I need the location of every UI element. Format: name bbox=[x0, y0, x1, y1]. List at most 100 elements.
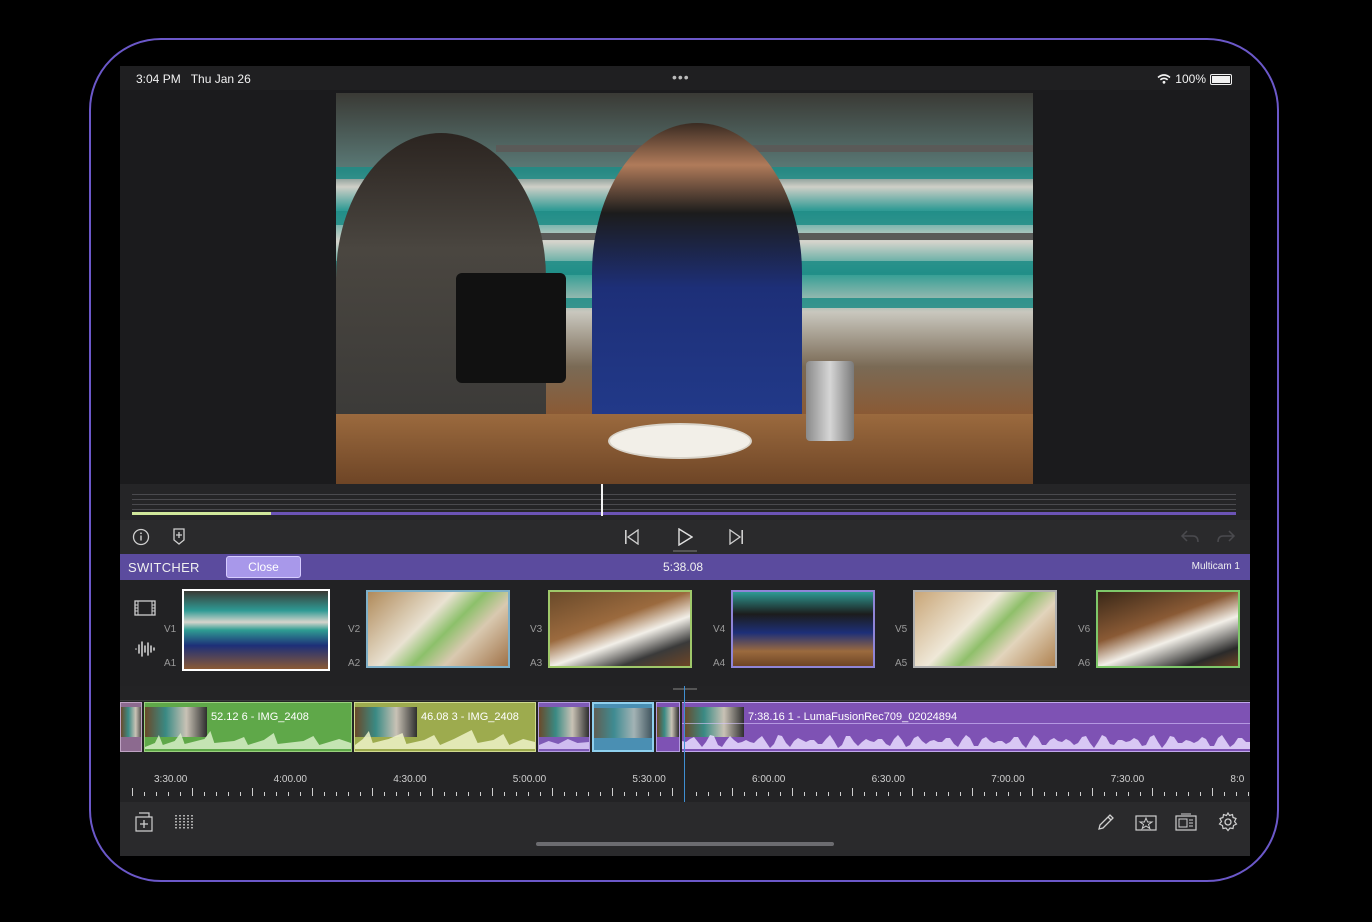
ruler-tick bbox=[588, 792, 589, 796]
ruler-tick bbox=[1068, 792, 1069, 796]
marker-icon[interactable] bbox=[168, 526, 190, 548]
ruler-tick bbox=[1044, 792, 1045, 796]
preview-video-frame[interactable] bbox=[336, 93, 1033, 484]
timeline[interactable]: 52.12 6 - IMG_2408 46.08 3 - IMG_2408 7:… bbox=[120, 686, 1250, 802]
timeline-clip-edge[interactable] bbox=[120, 702, 142, 752]
video-mode-icon[interactable] bbox=[134, 600, 156, 619]
timeline-ruler[interactable]: 3:30.00 4:00.00 4:30.00 5:00.00 5:30.00 6:00.… bbox=[120, 770, 1250, 800]
angle-audio-label: A6 bbox=[1078, 658, 1091, 669]
ruler-label: 6:30.00 bbox=[871, 774, 905, 785]
info-icon[interactable] bbox=[130, 526, 152, 548]
skip-forward-icon[interactable] bbox=[724, 526, 748, 548]
ruler-tick bbox=[1092, 788, 1093, 796]
ruler-tick bbox=[516, 792, 517, 796]
ruler-tick bbox=[1164, 792, 1165, 796]
ruler-tick bbox=[432, 788, 433, 796]
ruler-tick bbox=[984, 792, 985, 796]
timeline-resize-handle[interactable] bbox=[673, 688, 697, 690]
angle-audio-label: A4 bbox=[713, 658, 726, 669]
scrub-progress-bar[interactable] bbox=[132, 512, 1236, 515]
timeline-clip[interactable]: 52.12 6 - IMG_2408 bbox=[144, 702, 352, 752]
ruler-tick bbox=[660, 792, 661, 796]
audio-meter-icon[interactable] bbox=[172, 810, 196, 834]
ruler-tick bbox=[996, 792, 997, 796]
timeline-clip-main[interactable]: 7:38.16 1 - LumaFusionRec709_02024894 bbox=[682, 702, 1250, 752]
ruler-tick bbox=[792, 788, 793, 796]
ruler-tick bbox=[1008, 792, 1009, 796]
ruler-tick bbox=[1116, 792, 1117, 796]
timeline-clip[interactable] bbox=[656, 702, 680, 752]
ruler-tick bbox=[216, 792, 217, 796]
ruler-tick bbox=[144, 792, 145, 796]
timeline-clip[interactable]: 46.08 3 - IMG_2408 bbox=[354, 702, 536, 752]
export-icon[interactable] bbox=[1174, 810, 1198, 834]
ruler-tick bbox=[936, 792, 937, 796]
camera-angle-1[interactable] bbox=[182, 589, 330, 671]
ruler-tick bbox=[1032, 788, 1033, 796]
switcher-close-button[interactable]: Close bbox=[226, 556, 301, 578]
status-time: 3:04 PM Thu Jan 26 bbox=[136, 72, 251, 86]
add-media-icon[interactable] bbox=[132, 810, 156, 834]
ruler-tick bbox=[600, 792, 601, 796]
ruler-tick bbox=[1176, 792, 1177, 796]
ruler-tick bbox=[756, 792, 757, 796]
ruler-tick bbox=[312, 788, 313, 796]
camera-angle-3[interactable] bbox=[548, 590, 692, 668]
viewer-resize-handle[interactable] bbox=[673, 550, 697, 552]
angle-video-label: V5 bbox=[895, 624, 908, 635]
settings-icon[interactable] bbox=[1216, 810, 1240, 834]
ruler-tick bbox=[804, 792, 805, 796]
ruler-tick bbox=[888, 792, 889, 796]
multitask-dots[interactable]: ••• bbox=[672, 69, 690, 85]
ruler-tick bbox=[420, 792, 421, 796]
ruler-tick bbox=[276, 792, 277, 796]
switcher-header: SWITCHER Close 5:38.08 Multicam 1 bbox=[120, 554, 1250, 580]
timeline-playhead[interactable] bbox=[684, 686, 685, 802]
ruler-tick bbox=[816, 792, 817, 796]
ruler-tick bbox=[324, 792, 325, 796]
ruler-tick bbox=[240, 792, 241, 796]
camera-angle-6[interactable] bbox=[1096, 590, 1240, 668]
battery-percent: 100% bbox=[1175, 72, 1206, 86]
ruler-label: 6:00.00 bbox=[752, 774, 786, 785]
pencil-icon[interactable] bbox=[1094, 810, 1118, 834]
ruler-tick bbox=[408, 792, 409, 796]
play-icon[interactable] bbox=[673, 526, 697, 548]
ruler-tick bbox=[1056, 792, 1057, 796]
timeline-clip[interactable] bbox=[538, 702, 590, 752]
ruler-tick bbox=[648, 792, 649, 796]
ruler-tick bbox=[168, 792, 169, 796]
ruler-tick bbox=[612, 788, 613, 796]
ruler-tick bbox=[828, 792, 829, 796]
ruler-tick bbox=[204, 792, 205, 796]
ruler-tick bbox=[708, 792, 709, 796]
skip-back-icon[interactable] bbox=[620, 526, 644, 548]
ruler-tick bbox=[156, 792, 157, 796]
ruler-tick bbox=[972, 788, 973, 796]
undo-icon[interactable] bbox=[1178, 526, 1202, 548]
ruler-label: 4:00.00 bbox=[273, 774, 307, 785]
angle-audio-label: A3 bbox=[530, 658, 543, 669]
ruler-tick bbox=[672, 788, 673, 796]
switcher-timecode: 5:38.08 bbox=[663, 560, 704, 574]
redo-icon[interactable] bbox=[1214, 526, 1238, 548]
camera-angle-4[interactable] bbox=[731, 590, 875, 668]
favorite-icon[interactable] bbox=[1134, 810, 1158, 834]
home-indicator[interactable] bbox=[536, 842, 834, 846]
preview-viewer[interactable] bbox=[120, 90, 1250, 484]
ruler-tick bbox=[864, 792, 865, 796]
overview-scrubber[interactable] bbox=[120, 484, 1250, 520]
camera-angle-5[interactable] bbox=[913, 590, 1057, 668]
camera-angle-2[interactable] bbox=[366, 590, 510, 668]
ruler-label: 7:00.00 bbox=[991, 774, 1025, 785]
ruler-tick bbox=[696, 792, 697, 796]
ruler-tick bbox=[744, 792, 745, 796]
bottom-toolbar bbox=[120, 802, 1250, 856]
audio-mode-icon[interactable] bbox=[134, 640, 156, 661]
scrub-playhead[interactable] bbox=[601, 484, 603, 516]
angle-video-label: V3 bbox=[530, 624, 543, 635]
ruler-tick bbox=[300, 792, 301, 796]
ruler-tick bbox=[1188, 792, 1189, 796]
timeline-clip-selected[interactable] bbox=[592, 702, 654, 752]
status-right: 100% bbox=[1157, 72, 1232, 86]
